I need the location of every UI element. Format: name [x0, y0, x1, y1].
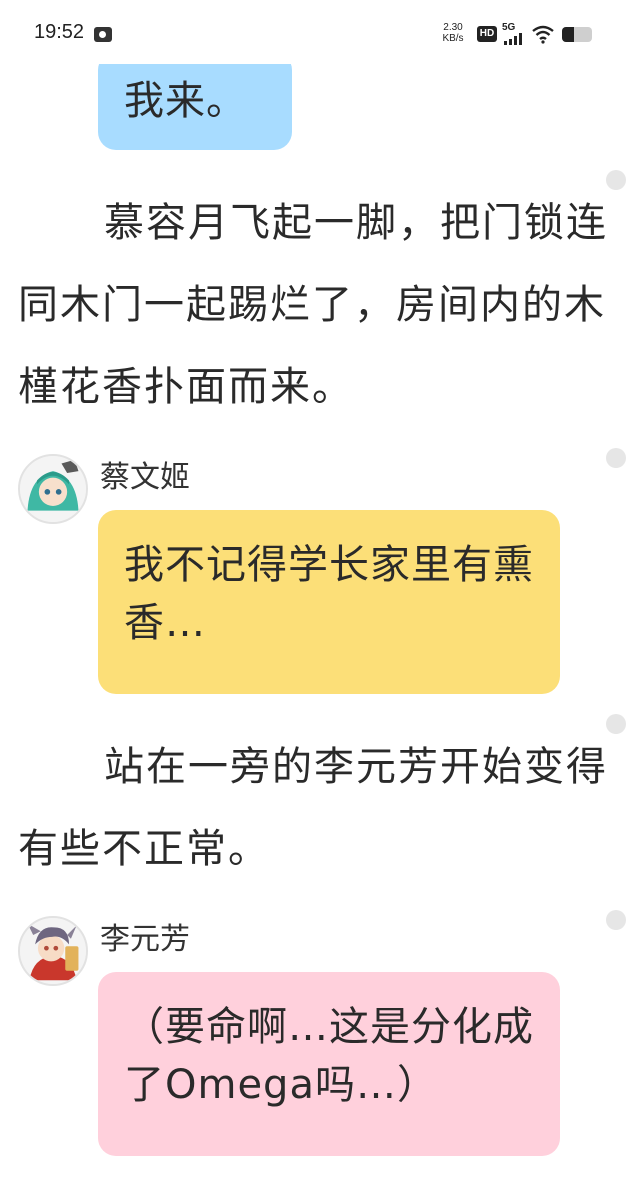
network-speed-value: 2.30 — [443, 22, 463, 33]
cellular-signal-icon — [504, 33, 526, 45]
scroll-marker[interactable] — [606, 448, 626, 468]
chat-bubble-text: 我不记得学长家里有熏香… — [124, 542, 534, 646]
status-time: 19:52 — [34, 21, 85, 43]
status-bar: 19:52 2.30 KB/s HD 5G — [0, 0, 640, 64]
hd-icon: HD — [477, 26, 497, 42]
chat-bubble-text: 我来。 — [124, 78, 247, 124]
scroll-marker[interactable] — [606, 170, 626, 190]
chat-bubble-text: （要命啊…这是分化成了Omega吗…） — [124, 1004, 534, 1108]
speaker-name: 李元芳 — [100, 922, 190, 957]
network-type-label: 5G — [502, 22, 516, 33]
network-speed-unit: KB/s — [442, 33, 464, 44]
battery-icon — [562, 27, 592, 42]
notification-app-icon — [94, 27, 112, 42]
avatar[interactable] — [18, 454, 88, 524]
narration-paragraph: 慕容月飞起一脚，把门锁连同木门一起踢烂了，房间内的木槿花香扑面而来。 — [18, 200, 608, 410]
network-speed: 2.30 KB/s — [436, 22, 470, 44]
chat-bubble: 我来。 — [98, 52, 292, 150]
character-portrait — [20, 456, 86, 522]
battery-level-fill — [562, 27, 574, 42]
chat-bubble: 我不记得学长家里有熏香… — [98, 510, 560, 694]
avatar[interactable] — [18, 916, 88, 986]
character-portrait — [20, 918, 86, 984]
chat-bubble: （要命啊…这是分化成了Omega吗…） — [98, 972, 560, 1156]
scroll-marker[interactable] — [606, 714, 626, 734]
wifi-icon — [532, 25, 554, 44]
speaker-name: 蔡文姬 — [100, 460, 190, 495]
narration-paragraph: 站在一旁的李元芳开始变得有些不正常。 — [18, 744, 608, 872]
scroll-marker[interactable] — [606, 910, 626, 930]
